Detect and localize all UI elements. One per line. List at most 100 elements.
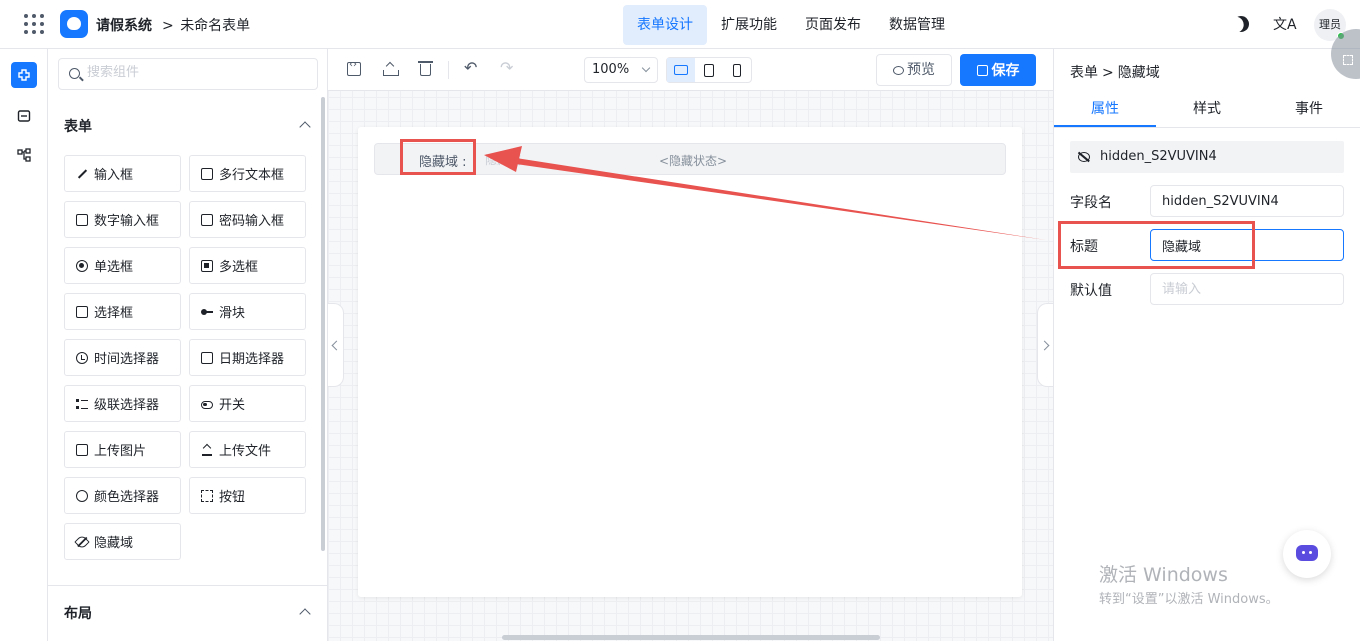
zoom-value: 100% [592, 62, 630, 77]
collapse-left-panel-button[interactable] [328, 303, 344, 387]
hidden-state-text: <隐藏状态> [659, 154, 728, 168]
checkbox-icon [201, 259, 213, 272]
app-logo-icon [60, 10, 88, 38]
dark-mode-icon[interactable] [1230, 13, 1252, 35]
design-canvas-area: ↶ ↷ 100% 预览 保存 隐藏域 : 隐藏域 <隐藏状态> [328, 49, 1053, 641]
canvas-toolbar: ↶ ↷ 100% 预览 保存 [328, 49, 1053, 91]
collapse-right-panel-button[interactable] [1037, 303, 1053, 387]
field-name-input[interactable] [1150, 185, 1344, 217]
component-input[interactable]: 输入框 [64, 155, 181, 192]
save-label: 保存 [991, 62, 1020, 78]
breadcrumb-root[interactable]: 表单 [1070, 65, 1098, 81]
chevron-up-icon[interactable] [299, 608, 311, 620]
save-icon [976, 65, 988, 76]
breadcrumb-form-name[interactable]: 未命名表单 [180, 18, 250, 34]
eye-off-icon [74, 533, 90, 550]
template-icon[interactable] [11, 103, 37, 129]
toggle-icon [201, 400, 213, 409]
horizontal-scrollbar[interactable] [502, 635, 880, 640]
activation-watermark-text: 转到“设置”以激活 Windows。 [1099, 592, 1279, 607]
component-label: 级联选择器 [94, 398, 160, 413]
components-icon[interactable] [11, 62, 37, 88]
chevron-up-icon[interactable] [299, 121, 311, 133]
redo-icon[interactable]: ↷ [500, 58, 514, 77]
app-grid-icon[interactable] [24, 14, 44, 34]
default-value-input[interactable] [1150, 273, 1344, 305]
toolbar-divider [448, 61, 449, 79]
search-input[interactable] [87, 65, 307, 80]
layout-section-title[interactable]: 布局 [64, 603, 92, 623]
component-button[interactable]: 按钮 [189, 477, 306, 514]
lock-icon [201, 213, 213, 226]
component-switch[interactable]: 开关 [189, 385, 306, 422]
hidden-field-ghost-text: 隐藏域 [485, 153, 522, 167]
assistant-bot-icon[interactable] [1283, 530, 1331, 578]
tab-extensions[interactable]: 扩展功能 [707, 5, 791, 45]
component-date-picker[interactable]: 日期选择器 [189, 339, 306, 376]
pen-icon [76, 168, 88, 180]
outline-icon[interactable] [11, 142, 37, 168]
component-label: 颜色选择器 [94, 490, 160, 505]
preview-button[interactable]: 预览 [876, 54, 952, 86]
component-cascader[interactable]: 级联选择器 [64, 385, 181, 422]
component-label: 数字输入框 [94, 214, 160, 229]
radio-icon [76, 259, 88, 272]
export-icon[interactable] [383, 62, 399, 76]
code-icon[interactable] [347, 59, 361, 76]
calendar-icon [201, 351, 213, 364]
component-time-picker[interactable]: 时间选择器 [64, 339, 181, 376]
desktop-icon [674, 65, 688, 75]
component-upload-file[interactable]: 上传文件 [189, 431, 306, 468]
component-label: 密码输入框 [219, 214, 285, 229]
save-button[interactable]: 保存 [960, 54, 1036, 86]
tab-form-design[interactable]: 表单设计 [623, 5, 707, 45]
tab-properties[interactable]: 属性 [1054, 91, 1156, 127]
desktop-view-button[interactable] [667, 58, 695, 82]
component-password[interactable]: 密码输入框 [189, 201, 306, 238]
preview-icon [893, 66, 904, 75]
form-section-title[interactable]: 表单 [64, 116, 92, 136]
tablet-view-button[interactable] [695, 58, 723, 82]
component-label: 多行文本框 [219, 168, 285, 183]
component-search[interactable] [58, 58, 318, 90]
component-color-picker[interactable]: 颜色选择器 [64, 477, 181, 514]
fullscreen-icon [1343, 55, 1353, 65]
default-value-label: 默认值 [1070, 283, 1112, 299]
textarea-icon [201, 167, 213, 180]
component-number[interactable]: 数字输入框 [64, 201, 181, 238]
annotation-highlight-box [400, 139, 476, 175]
component-slider[interactable]: 滑块 [189, 293, 306, 330]
tab-data-management[interactable]: 数据管理 [875, 5, 959, 45]
panel-scrollbar[interactable] [321, 97, 325, 551]
component-hidden-field[interactable]: 隐藏域 [64, 523, 181, 560]
palette-icon [76, 489, 88, 502]
language-icon[interactable]: 文A [1273, 14, 1297, 34]
mobile-view-button[interactable] [723, 58, 751, 82]
field-id-text: hidden_S2VUVIN4 [1100, 149, 1217, 164]
component-label: 开关 [219, 398, 246, 413]
component-label: 时间选择器 [94, 352, 160, 367]
breadcrumb-current: 隐藏域 [1117, 65, 1160, 81]
component-radio[interactable]: 单选框 [64, 247, 181, 284]
component-label: 滑块 [219, 306, 246, 321]
component-label: 隐藏域 [94, 536, 134, 551]
component-label: 输入框 [94, 168, 134, 183]
component-textarea[interactable]: 多行文本框 [189, 155, 306, 192]
property-panel: 表单>隐藏域 属性 样式 事件 hidden_S2VUVIN4 字段名 标题 默… [1053, 29, 1360, 641]
component-checkbox[interactable]: 多选框 [189, 247, 306, 284]
component-panel: 表单 输入框 多行文本框 数字输入框 密码输入框 单选框 多选框 选择框 滑块 … [48, 49, 328, 641]
breadcrumb: > 未命名表单 [162, 15, 250, 35]
upload-icon [201, 444, 213, 456]
zoom-select[interactable]: 100% [584, 57, 658, 83]
tab-publish[interactable]: 页面发布 [791, 5, 875, 45]
button-icon [201, 489, 213, 502]
number-icon [76, 213, 88, 226]
tab-events[interactable]: 事件 [1258, 91, 1360, 127]
tab-styles[interactable]: 样式 [1156, 91, 1258, 127]
tablet-icon [704, 63, 714, 77]
trash-icon[interactable] [418, 61, 433, 76]
component-upload-image[interactable]: 上传图片 [64, 431, 181, 468]
form-canvas[interactable]: 隐藏域 : 隐藏域 <隐藏状态> [358, 127, 1022, 597]
component-select[interactable]: 选择框 [64, 293, 181, 330]
undo-icon[interactable]: ↶ [464, 58, 478, 77]
